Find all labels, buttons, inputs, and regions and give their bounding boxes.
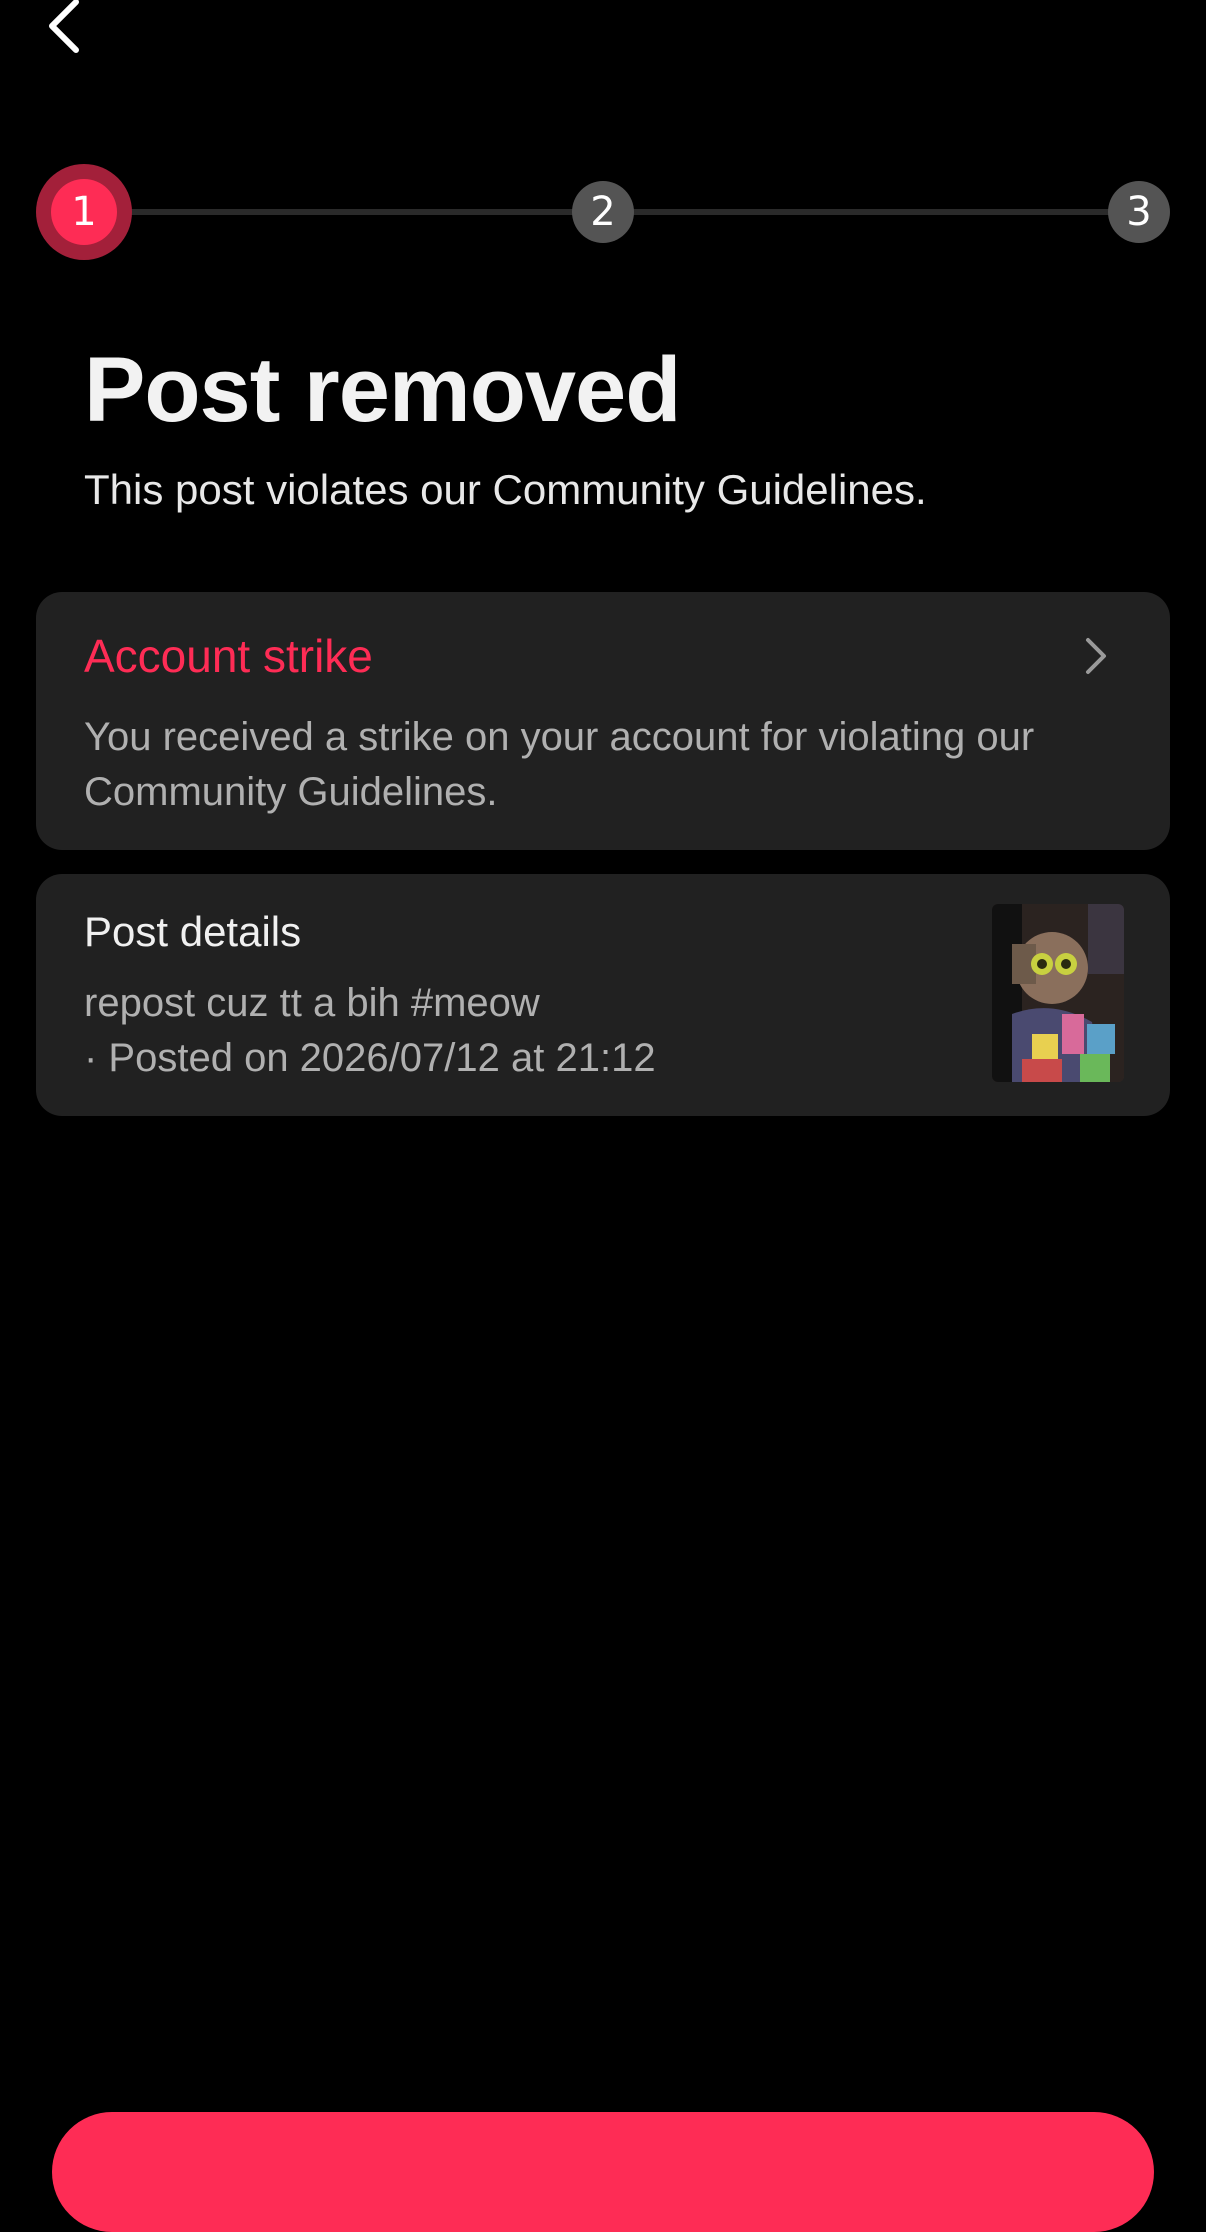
back-button[interactable]	[44, 0, 104, 60]
step-3: 3	[1108, 181, 1170, 243]
post-caption: repost cuz tt a bih #meow	[84, 981, 540, 1025]
page-title: Post removed	[84, 339, 681, 441]
thumbnail-image	[992, 904, 1124, 1082]
post-timestamp: · Posted on 2026/07/12 at 21:12	[84, 1036, 656, 1080]
chevron-right-icon	[1086, 638, 1106, 674]
post-thumbnail[interactable]	[992, 904, 1124, 1082]
chevron-left-icon	[49, 0, 79, 53]
primary-action-button[interactable]	[52, 2112, 1154, 2232]
account-strike-card[interactable]: Account strike You received a strike on …	[36, 592, 1170, 850]
step-2: 2	[572, 181, 634, 243]
step-1: 1	[36, 164, 132, 260]
progress-stepper: 1 2 3	[36, 164, 1170, 260]
account-strike-title: Account strike	[84, 630, 373, 682]
account-strike-description: You received a strike on your account fo…	[84, 715, 1035, 814]
post-details-card: Post details repost cuz tt a bih #meow ·…	[36, 874, 1170, 1116]
page-subtitle: This post violates our Community Guideli…	[84, 466, 927, 513]
step-1-label: 1	[51, 179, 117, 245]
post-details-title: Post details	[84, 908, 302, 955]
